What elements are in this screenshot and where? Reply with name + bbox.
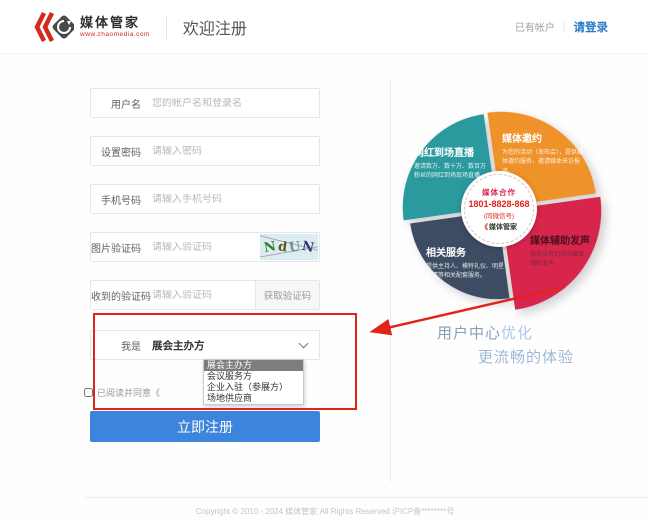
sms-code-field[interactable]: 收到的验证码 获取验证码 (90, 280, 320, 310)
captcha-char: U (288, 239, 301, 255)
password-label: 设置密码 (91, 144, 141, 159)
image-captcha-input[interactable] (152, 242, 260, 253)
phone-input[interactable] (152, 194, 319, 205)
brand-name: 媒体管家 (80, 16, 150, 30)
role-selected-value: 展会主办方 (152, 338, 205, 353)
role-dropdown: 展会主办方 会议服务方 企业入驻（参展方） 场地供应商 (203, 359, 304, 405)
password-input[interactable] (152, 146, 319, 157)
register-button[interactable]: 立即注册 (90, 411, 320, 442)
footer-copyright: Copyright © 2010 - 2024 媒体管家 All Rights … (0, 506, 650, 517)
diagram-center: 媒体合作 1801-8828-868 (同微信号) 《 媒体管家 (461, 171, 537, 247)
have-account-label: 已有帐户 (515, 19, 555, 34)
center-note: (同微信号) (484, 210, 514, 220)
dropdown-option-conference-service[interactable]: 会议服务方 (204, 371, 303, 382)
mini-brand-icon: 《 (481, 222, 488, 232)
role-label: 我是 (91, 338, 141, 353)
page-title: 欢迎注册 (183, 15, 247, 39)
phone-label: 手机号码 (91, 192, 141, 207)
promo-line-1: 用户中心优化 (437, 322, 533, 343)
agree-checkbox[interactable] (84, 388, 93, 397)
header-divider (166, 15, 167, 39)
center-brand: 《 媒体管家 (481, 222, 517, 232)
footer-divider (85, 497, 648, 498)
center-title: 媒体合作 (482, 187, 516, 198)
sms-code-label: 收到的验证码 (91, 288, 141, 303)
login-link[interactable]: 请登录 (574, 19, 609, 35)
username-field[interactable]: 用户名 (90, 88, 320, 118)
get-code-button[interactable]: 获取验证码 (255, 281, 319, 309)
dropdown-option-venue-supplier[interactable]: 场地供应商 (204, 393, 303, 404)
dropdown-option-exhibition-organizer[interactable]: 展会主办方 (204, 360, 303, 371)
brand-logo[interactable]: 媒体管家 www.zhaomedia.com (34, 9, 150, 45)
agree-label: 已阅读并同意《 (97, 386, 160, 399)
username-input[interactable] (152, 98, 319, 109)
registration-page: 媒体管家 www.zhaomedia.com 欢迎注册 已有帐户 | 请登录 用… (0, 0, 650, 520)
center-phone: 1801-8828-868 (468, 199, 529, 209)
dropdown-option-enterprise[interactable]: 企业入驻（参展方） (204, 382, 303, 393)
header-separator: | (563, 21, 566, 32)
brand-icon (34, 9, 74, 45)
brand-url: www.zhaomedia.com (80, 31, 150, 38)
role-select[interactable]: 我是 展会主办方 (90, 330, 320, 360)
sms-code-input[interactable] (152, 290, 255, 301)
header-right: 已有帐户 | 请登录 (515, 19, 608, 35)
phone-field[interactable]: 手机号码 (90, 184, 320, 214)
captcha-image[interactable]: N d U N (260, 234, 318, 260)
agree-row: 已阅读并同意《 (84, 386, 160, 399)
services-wheel-diagram: 网红到场直播 邀请数万、数十万、数百万粉丝的网红到场现场直播。 媒体邀约 为您的… (396, 106, 602, 312)
image-captcha-field[interactable]: 图片验证码 N d U N (90, 232, 320, 262)
password-field[interactable]: 设置密码 (90, 136, 320, 166)
promo-line-2: 更流畅的体验 (478, 346, 574, 367)
chevron-down-icon (299, 339, 309, 349)
username-label: 用户名 (91, 96, 141, 111)
brand-text: 媒体管家 www.zhaomedia.com (80, 16, 150, 38)
header: 媒体管家 www.zhaomedia.com 欢迎注册 已有帐户 | 请登录 (0, 0, 650, 54)
image-captcha-label: 图片验证码 (91, 240, 141, 255)
